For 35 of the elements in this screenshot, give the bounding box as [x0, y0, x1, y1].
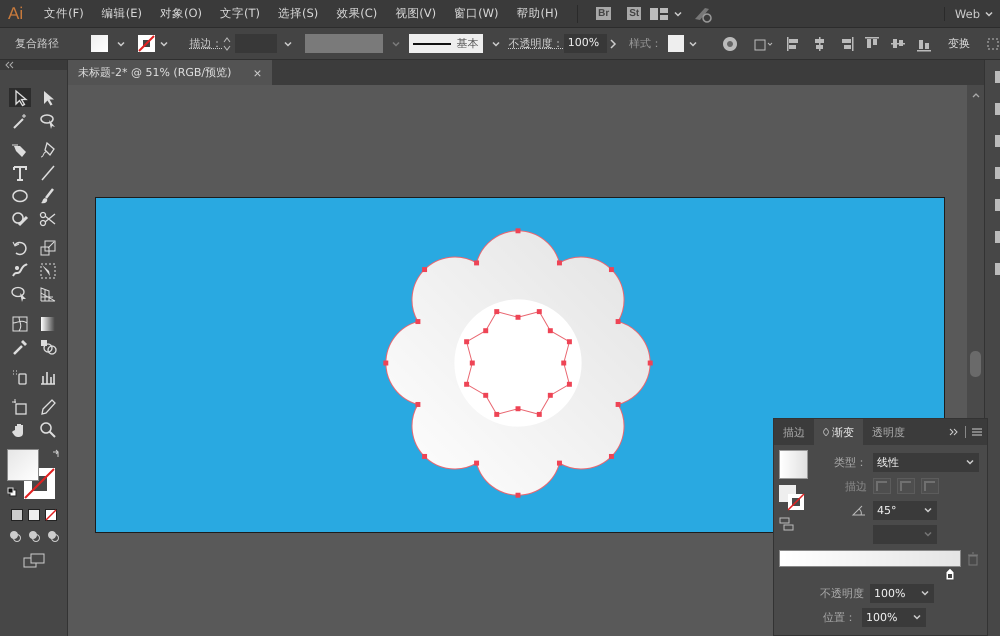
menu-item[interactable]: 视图(V) [386, 6, 446, 21]
document-tab[interactable]: 未标题-2* @ 51% (RGB/预览) × [68, 60, 272, 85]
stroke-label[interactable]: 描边： [189, 36, 222, 51]
close-tab-button[interactable]: × [253, 64, 262, 80]
app-logo: Ai [8, 4, 24, 24]
menu-item[interactable]: 编辑(E) [92, 6, 151, 21]
menu-item[interactable]: 文字(T) [211, 6, 269, 21]
app-launch-button[interactable]: Br [596, 7, 612, 20]
type-label: 类型： [833, 454, 867, 470]
location-label: 位置： [822, 610, 856, 624]
brush-style-field[interactable]: 基本 [409, 34, 483, 53]
stop-opacity-label: 不透明度 [820, 586, 864, 600]
menu-item[interactable]: 帮助(H) [508, 6, 568, 21]
angle-field[interactable]: 45° [873, 500, 937, 520]
panel-tab[interactable]: 透明度 [863, 419, 914, 445]
stroke-label: 描边 [844, 478, 867, 494]
selection-type-label: 复合路径 [15, 36, 60, 51]
transform-link[interactable]: 变换 [948, 36, 970, 51]
panel-tab[interactable]: 渐变 [814, 419, 863, 445]
menu-item[interactable]: 窗口(W) [445, 6, 508, 21]
panel-tab[interactable]: 描边 [774, 419, 814, 445]
workspace-switcher[interactable]: Web [944, 6, 1000, 20]
opacity-label[interactable]: 不透明度： [508, 36, 564, 51]
menu-item[interactable]: 文件(F) [35, 6, 93, 21]
app-launch-button[interactable]: St [627, 7, 642, 20]
stroke-style-text: 基本 [456, 36, 479, 51]
opacity-field[interactable]: 100% [564, 34, 608, 53]
gradient-type-dropdown[interactable]: 线性 [873, 452, 979, 472]
style-label: 样式： [629, 36, 662, 51]
menu-item[interactable]: 选择(S) [269, 6, 328, 21]
document-title: 未标题-2* @ 51% (RGB/预览) [78, 65, 232, 80]
menu-item[interactable]: 效果(C) [327, 6, 386, 21]
location-field[interactable]: 100% [862, 608, 926, 626]
stop-opacity-field[interactable]: 100% [870, 584, 934, 602]
menu-item[interactable]: 对象(O) [150, 6, 211, 21]
